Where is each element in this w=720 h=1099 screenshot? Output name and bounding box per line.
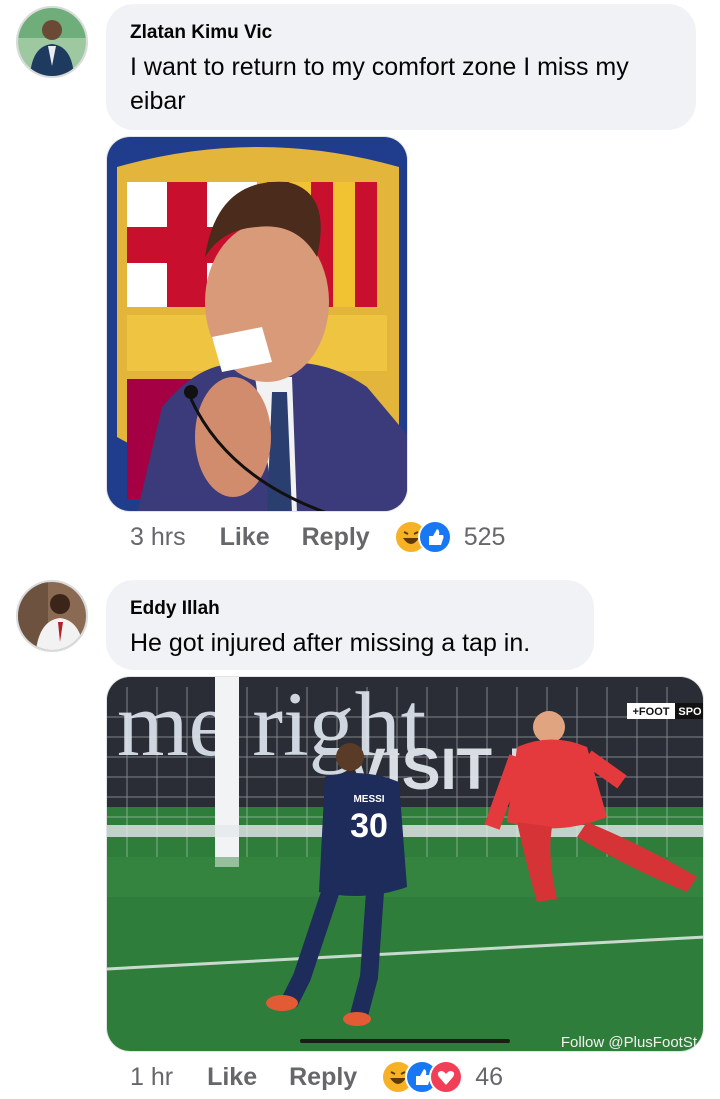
football-penalty-photo: me right VISIT R MESSI 30 +FOOT SPO Foll…: [107, 677, 703, 1051]
reaction-count[interactable]: 525: [464, 523, 506, 552]
comment-author[interactable]: Eddy Illah: [130, 598, 570, 620]
shirt-number: 30: [350, 807, 388, 845]
avatar[interactable]: [16, 580, 88, 652]
avatar[interactable]: [16, 6, 88, 78]
comment-actions: 3 hrs Like Reply 525: [130, 520, 505, 554]
badge-right: SPO: [678, 706, 702, 718]
shirt-name: MESSI: [353, 794, 384, 805]
like-button[interactable]: Like: [207, 1063, 257, 1092]
comment-timestamp[interactable]: 3 hrs: [130, 523, 186, 552]
comment-text-line: I want to return to my comfort zone I mi…: [130, 53, 629, 81]
comment-text-line: eibar: [130, 87, 186, 115]
comment-timestamp[interactable]: 1 hr: [130, 1063, 173, 1092]
reply-button[interactable]: Reply: [302, 523, 370, 552]
reply-button[interactable]: Reply: [289, 1063, 357, 1092]
comment-author[interactable]: Zlatan Kimu Vic: [130, 22, 672, 44]
like-button[interactable]: Like: [220, 523, 270, 552]
reaction-summary[interactable]: [393, 520, 452, 554]
comment-text: I want to return to my comfort zone I mi…: [130, 50, 672, 118]
comment-bubble: Eddy Illah He got injured after missing …: [106, 580, 594, 670]
comment-actions: 1 hr Like Reply 46: [130, 1060, 503, 1094]
crying-player-photo: [107, 137, 407, 511]
comment-photo[interactable]: [106, 136, 408, 512]
comment-video[interactable]: me right VISIT R MESSI 30 +FOOT SPO Foll…: [106, 676, 704, 1052]
video-progress-bar[interactable]: [300, 1039, 510, 1043]
like-icon: [417, 520, 452, 554]
reaction-summary[interactable]: [381, 1060, 464, 1094]
reaction-count[interactable]: 46: [475, 1063, 503, 1092]
video-watermark: Follow @PlusFootSt: [561, 1034, 698, 1051]
comment-bubble: Zlatan Kimu Vic I want to return to my c…: [106, 4, 696, 130]
badge-left: +FOOT: [633, 706, 670, 718]
love-icon: [429, 1060, 464, 1094]
comment-text: He got injured after missing a tap in.: [130, 629, 531, 657]
